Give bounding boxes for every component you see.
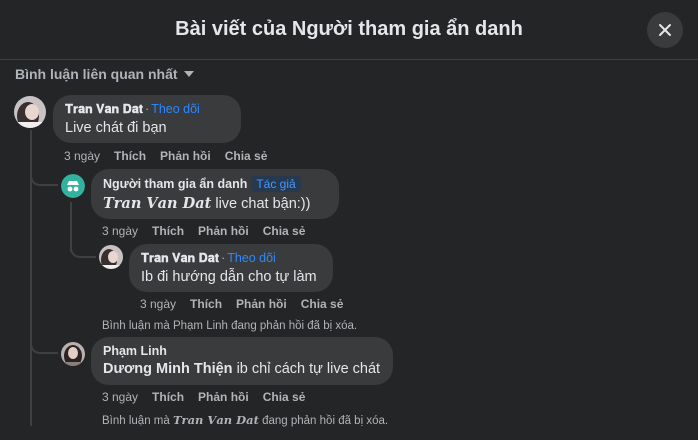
sort-dropdown[interactable]: Bình luận liên quan nhất <box>15 66 194 82</box>
mention-link[interactable]: Dương Minh Thiện <box>103 361 233 377</box>
dialog-header: Bài viết của Người tham gia ẩn danh <box>0 0 698 60</box>
comment-actions: 3 ngày Thích Phản hồi Chia sẻ <box>102 390 305 404</box>
comment-text: Ib đi hướng dẫn cho tự làm <box>141 269 317 285</box>
comment-bubble: 𝐓𝐫𝐚𝐧 𝐕𝐚𝐧 𝐃𝐚𝐭 · Theo dõi Live chát đi bạn <box>53 95 241 143</box>
follow-link[interactable]: Theo dõi <box>227 251 276 265</box>
reply-button[interactable]: Phản hồi <box>160 149 211 163</box>
comment-time[interactable]: 3 ngày <box>140 297 176 311</box>
anonymous-avatar-icon[interactable] <box>61 174 85 198</box>
comment-text: Live chát đi bạn <box>65 120 167 136</box>
share-button[interactable]: Chia sẻ <box>263 224 306 238</box>
comment-bubble: Phạm Linh Dương Minh Thiện ib chỉ cách t… <box>91 337 393 385</box>
thread-connector <box>70 244 96 258</box>
comment-time[interactable]: 3 ngày <box>102 224 138 238</box>
like-button[interactable]: Thích <box>114 149 146 163</box>
comment-bubble: Người tham gia ẩn danh Tác giả 𝑻𝒓𝒂𝒏 𝑽𝒂𝒏 𝑫… <box>91 169 339 219</box>
mention-link[interactable]: 𝑻𝒓𝒂𝒏 𝑽𝒂𝒏 𝑫𝒂𝒕 <box>173 413 259 427</box>
comment-author[interactable]: Người tham gia ẩn danh <box>103 177 247 191</box>
reply-button[interactable]: Phản hồi <box>236 297 287 311</box>
close-icon <box>659 24 671 36</box>
share-button[interactable]: Chia sẻ <box>301 297 344 311</box>
share-button[interactable]: Chia sẻ <box>263 390 306 404</box>
avatar[interactable] <box>14 96 46 128</box>
reply-button[interactable]: Phản hồi <box>198 224 249 238</box>
comment-author[interactable]: Phạm Linh <box>103 344 167 358</box>
comment-author[interactable]: 𝐓𝐫𝐚𝐧 𝐕𝐚𝐧 𝐃𝐚𝐭 <box>65 102 143 116</box>
sort-label: Bình luận liên quan nhất <box>15 66 178 82</box>
deleted-comment-notice: Bình luận mà 𝑻𝒓𝒂𝒏 𝑽𝒂𝒏 𝑫𝒂𝒕 đang phản hồi … <box>102 413 389 427</box>
caret-down-icon <box>183 71 194 77</box>
comment-text: ib chỉ cách tự live chát <box>236 361 381 377</box>
comment-text: live chat bận:)) <box>215 196 311 212</box>
dialog-title: Bài viết của Người tham gia ẩn danh <box>175 18 523 40</box>
close-button[interactable] <box>647 12 683 48</box>
author-badge: Tác giả <box>251 176 301 192</box>
comment-time[interactable]: 3 ngày <box>102 390 138 404</box>
like-button[interactable]: Thích <box>152 224 184 238</box>
comment-bubble: 𝐓𝐫𝐚𝐧 𝐕𝐚𝐧 𝐃𝐚𝐭 · Theo dõi Ib đi hướng dẫn ch… <box>129 244 333 292</box>
reply-button[interactable]: Phản hồi <box>198 390 249 404</box>
like-button[interactable]: Thích <box>152 390 184 404</box>
comment-actions: 3 ngày Thích Phản hồi Chia sẻ <box>64 149 267 163</box>
deleted-comment-notice: Bình luận mà Phạm Linh đang phản hồi đã … <box>102 320 358 332</box>
comment-actions: 3 ngày Thích Phản hồi Chia sẻ <box>140 297 343 311</box>
mention-link[interactable]: 𝑻𝒓𝒂𝒏 𝑽𝒂𝒏 𝑫𝒂𝒕 <box>103 195 211 212</box>
avatar[interactable] <box>61 342 85 366</box>
thread-connector <box>30 172 58 186</box>
like-button[interactable]: Thích <box>190 297 222 311</box>
comment-time[interactable]: 3 ngày <box>64 149 100 163</box>
comment-author[interactable]: 𝐓𝐫𝐚𝐧 𝐕𝐚𝐧 𝐃𝐚𝐭 <box>141 251 219 265</box>
thread-connector <box>30 340 58 354</box>
comment-actions: 3 ngày Thích Phản hồi Chia sẻ <box>102 224 305 238</box>
share-button[interactable]: Chia sẻ <box>225 149 268 163</box>
avatar[interactable] <box>99 245 123 269</box>
follow-link[interactable]: Theo dõi <box>151 102 200 116</box>
